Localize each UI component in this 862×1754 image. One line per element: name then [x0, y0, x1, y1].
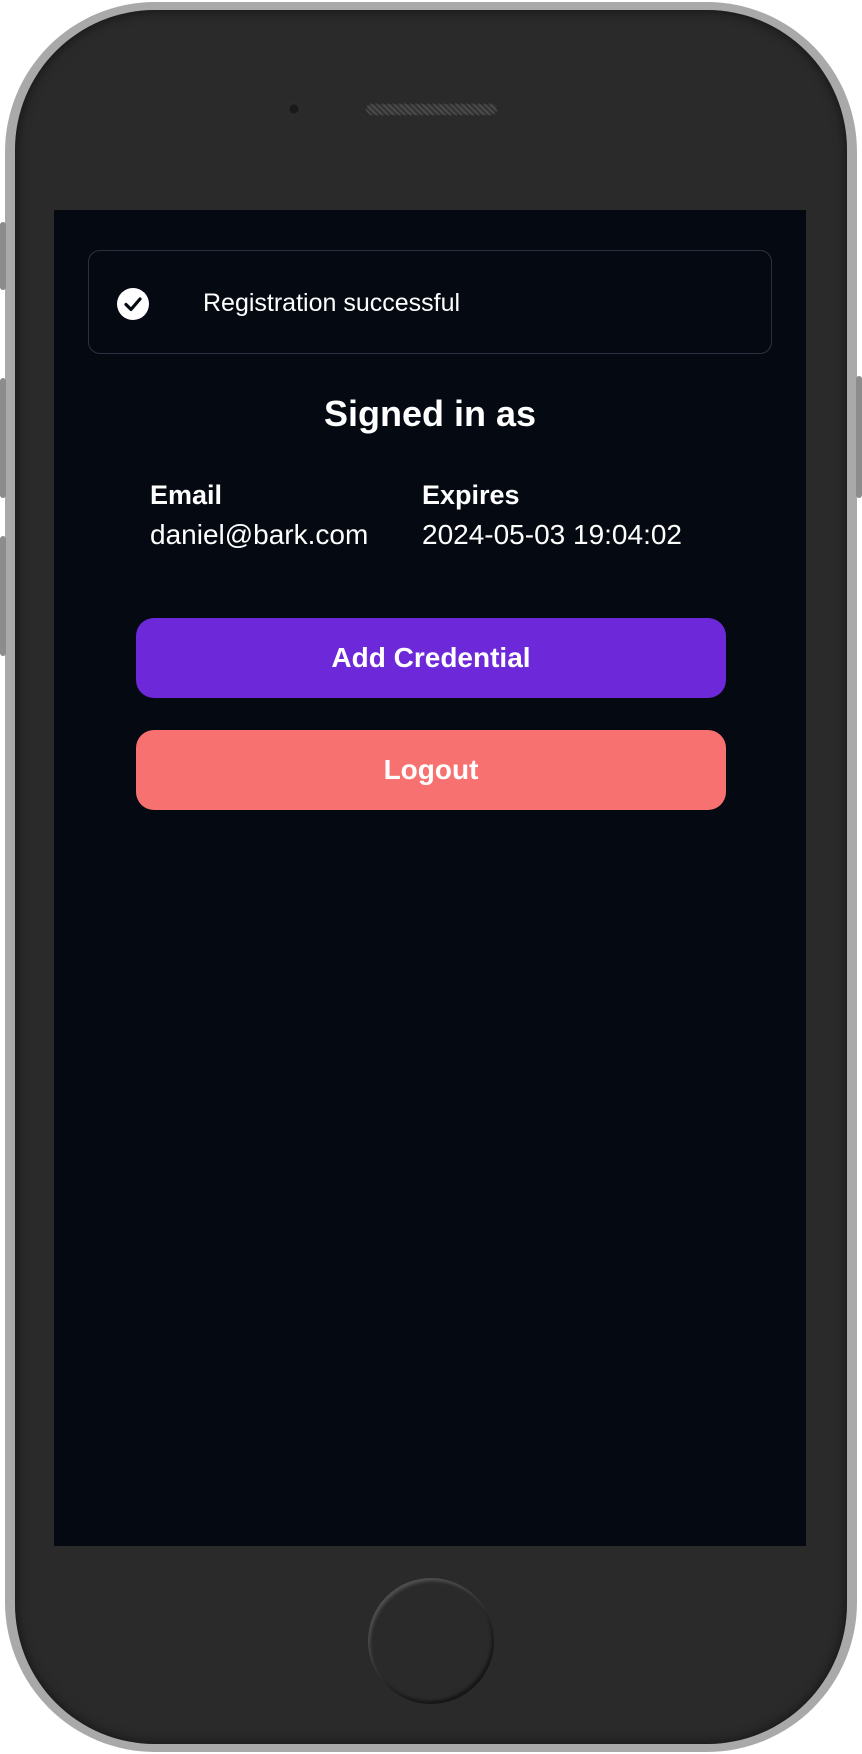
expires-value: 2024-05-03 19:04:02: [422, 519, 682, 550]
check-circle-icon: [117, 288, 149, 320]
page-title: Signed in as: [323, 393, 537, 434]
home-button[interactable]: [368, 1578, 494, 1704]
expires-label: Expires: [422, 480, 520, 510]
expires-group: Expires 2024-05-03 19:04:02: [422, 477, 682, 557]
success-toast: Registration successful: [88, 250, 772, 354]
logout-button[interactable]: Logout: [136, 730, 726, 810]
earpiece-speaker: [365, 103, 498, 116]
email-group: Email daniel@bark.com: [150, 477, 368, 557]
app-screen: Registration successful Signed in as Ema…: [54, 210, 806, 1546]
email-label: Email: [150, 480, 223, 510]
volume-up-button: [0, 378, 6, 498]
power-button: [856, 376, 862, 498]
add-credential-button[interactable]: Add Credential: [136, 618, 726, 698]
volume-down-button: [0, 536, 6, 656]
front-camera-icon: [288, 103, 300, 115]
toast-message: Registration successful: [203, 289, 461, 317]
email-value: daniel@bark.com: [150, 519, 369, 550]
mute-switch: [0, 222, 6, 290]
device-frame: Registration successful Signed in as Ema…: [0, 0, 862, 1754]
